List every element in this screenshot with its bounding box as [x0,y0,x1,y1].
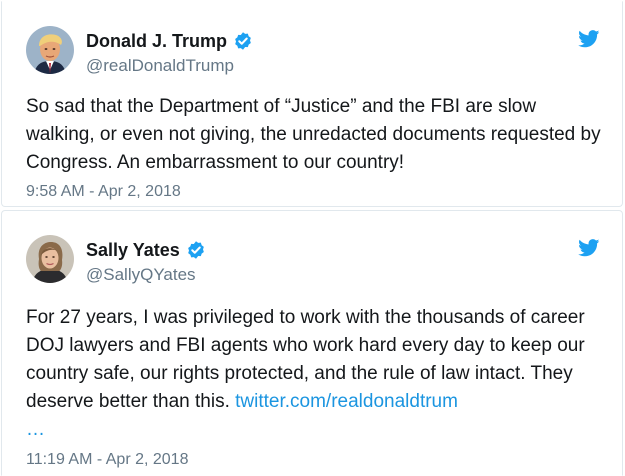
verified-badge-icon [233,31,253,51]
tweet-link[interactable]: twitter.com/realdonaldtrum [235,391,458,412]
author-row[interactable]: Donald J. Trump [86,30,253,52]
twitter-bird-icon[interactable] [578,239,600,261]
author-handle[interactable]: @realDonaldTrump [86,56,234,76]
avatar[interactable] [26,26,74,74]
tweet-card[interactable]: Donald J. Trump @realDonaldTrump So sad … [1,1,623,207]
avatar-image [26,26,74,74]
twitter-bird-icon[interactable] [578,30,600,52]
author-name[interactable]: Donald J. Trump [86,30,227,52]
truncation-ellipsis[interactable]: … [26,416,606,444]
author-handle[interactable]: @SallyQYates [86,265,196,285]
tweet-card[interactable]: Sally Yates @SallyQYates For 27 years, I… [1,210,623,476]
tweet-text: So sad that the Department of “Justice” … [26,96,601,173]
avatar[interactable] [26,235,74,283]
author-name[interactable]: Sally Yates [86,239,180,261]
avatar-image [26,235,74,283]
verified-badge-icon [186,240,206,260]
tweet-timestamp[interactable]: 11:19 AM - Apr 2, 2018 [26,451,188,469]
tweet-timestamp[interactable]: 9:58 AM - Apr 2, 2018 [26,183,181,201]
tweet-text: For 27 years, I was privileged to work w… [26,304,606,444]
author-row[interactable]: Sally Yates [86,239,206,261]
